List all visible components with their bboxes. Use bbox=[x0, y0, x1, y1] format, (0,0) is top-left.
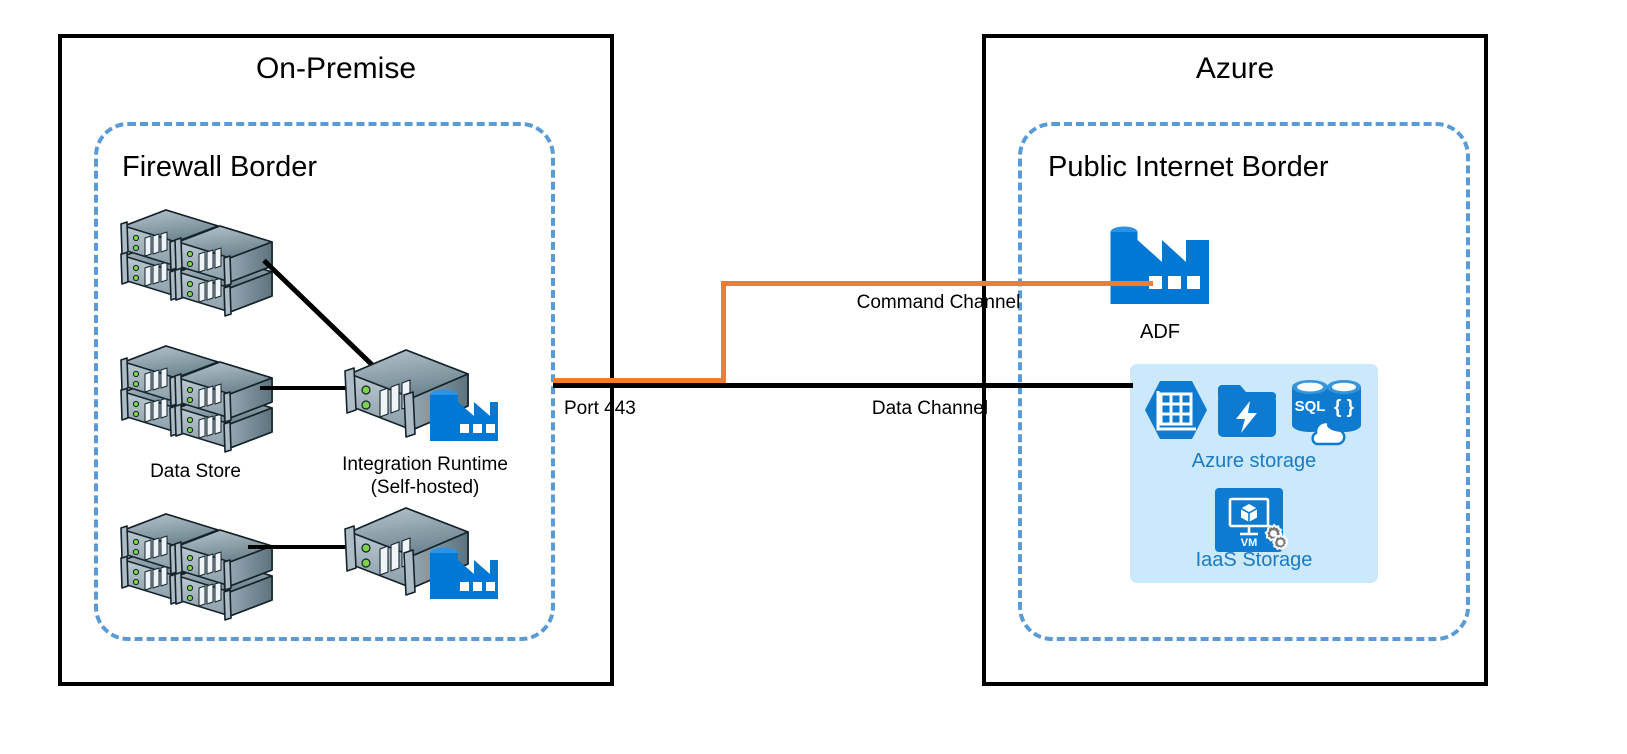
integration-runtime-secondary bbox=[340, 498, 500, 608]
iaas-storage-label: IaaS Storage bbox=[1195, 549, 1313, 571]
public-internet-border-title: Public Internet Border bbox=[1048, 151, 1329, 183]
server-stack-icon bbox=[120, 345, 273, 453]
data-store-stack-middle bbox=[118, 332, 278, 453]
cosmos-icon-text: { } bbox=[1334, 397, 1355, 418]
diagram-canvas: On-Premise Firewall Border Data Store In… bbox=[0, 0, 1627, 754]
azure-cosmos-db-icon: { } bbox=[1322, 377, 1372, 439]
port-443-label: Port 443 bbox=[564, 398, 636, 419]
vm-tile-text: VM bbox=[1241, 537, 1258, 549]
sql-icon-text: SQL bbox=[1295, 398, 1326, 415]
azure-zone-title: Azure bbox=[1195, 52, 1275, 85]
command-channel-segment-top bbox=[721, 281, 1153, 286]
server-with-factory-icon bbox=[344, 349, 498, 441]
data-channel-line bbox=[553, 383, 1133, 388]
azure-storage-label: Azure storage bbox=[1191, 450, 1317, 472]
azure-blob-storage-icon bbox=[1216, 379, 1278, 441]
command-channel-segment-bottom bbox=[553, 378, 726, 383]
virtual-machine-icon: VM bbox=[1215, 488, 1289, 552]
iaas-storage-icon: VM bbox=[1215, 488, 1293, 552]
server-stack-icon bbox=[120, 513, 273, 621]
firewall-border-title: Firewall Border bbox=[122, 151, 317, 183]
integration-runtime-label-line1: Integration Runtime bbox=[342, 454, 508, 475]
data-store-label: Data Store bbox=[150, 461, 241, 482]
server-stack-icon bbox=[120, 209, 273, 317]
data-channel-label: Data Channel bbox=[871, 398, 989, 419]
azure-table-storage-icon bbox=[1144, 379, 1208, 441]
server-with-factory-icon bbox=[344, 507, 498, 599]
on-premise-zone-title: On-Premise bbox=[255, 52, 417, 85]
wire-bottom-store-to-runtime bbox=[248, 545, 348, 549]
data-store-stack-bottom bbox=[118, 500, 278, 621]
wire-middle-store-to-runtime bbox=[260, 386, 352, 390]
integration-runtime-label-line2: (Self-hosted) bbox=[370, 477, 480, 498]
integration-runtime-primary bbox=[340, 340, 500, 450]
data-store-stack-top bbox=[118, 196, 278, 317]
adf-label: ADF bbox=[1140, 321, 1180, 343]
command-channel-label: Command Channel bbox=[856, 292, 1021, 313]
